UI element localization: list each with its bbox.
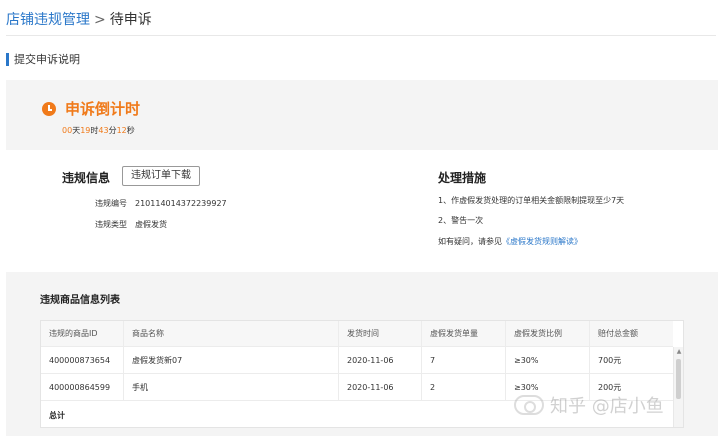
total-label: 总计 xyxy=(49,410,65,420)
countdown-days-unit: 天 xyxy=(72,126,81,135)
table-cell: 2020-11-06 xyxy=(339,347,422,373)
column-header: 虚假发货单量 xyxy=(422,321,506,346)
table-cell: 2020-11-06 xyxy=(339,374,422,400)
countdown-title: 申诉倒计时 xyxy=(65,100,141,118)
table-cell: 400000873654 xyxy=(41,347,124,373)
table-header-row: 违规的商品ID 商品名称 发货时间 虚假发货单量 虚假发货比例 赔付总金额 xyxy=(41,321,673,347)
countdown-minutes-unit: 分 xyxy=(108,126,117,135)
breadcrumb-parent-link[interactable]: 店铺违规管理 xyxy=(6,12,90,28)
table-cell: 7 xyxy=(422,347,506,373)
violation-type-label: 违规类型 xyxy=(95,220,127,229)
table-cell: 700元 xyxy=(598,355,622,365)
measures-title: 处理措施 xyxy=(438,171,487,185)
section-title: 提交申诉说明 xyxy=(14,53,80,66)
header-divider xyxy=(6,35,716,36)
table-cell: 手机 xyxy=(124,374,339,400)
table-cell: ≥30% xyxy=(506,374,590,400)
breadcrumb-separator: > xyxy=(94,12,106,28)
countdown-seconds: 12 xyxy=(116,126,127,135)
table-cell: ≥30% xyxy=(506,347,590,373)
table-cell: 400000864599 xyxy=(41,374,124,400)
scrollbar-thumb[interactable] xyxy=(676,359,681,399)
violation-info-block: 违规信息 违规订单下载 违规编号 210114014372239927 违规类型虚… xyxy=(6,150,718,272)
measures-help-prefix: 如有疑问，请参见 xyxy=(438,237,502,246)
download-orders-button[interactable]: 违规订单下载 xyxy=(122,166,200,186)
goods-list-title: 违规商品信息列表 xyxy=(40,295,120,306)
section-header: 提交申诉说明 xyxy=(6,51,80,67)
measure-item-1: 1、作虚假发货处理的订单相关金额限制提现至少7天 xyxy=(438,196,625,205)
countdown-block: 申诉倒计时 00天19时43分12秒 xyxy=(42,98,140,136)
table-row: 400000864599 手机 2020-11-06 2 ≥30% 200元 xyxy=(41,374,673,401)
countdown-minutes: 43 xyxy=(98,126,109,135)
measure-item-2: 2、警告一次 xyxy=(438,216,484,225)
countdown-hours: 19 xyxy=(80,126,91,135)
goods-table: 违规的商品ID 商品名称 发货时间 虚假发货单量 虚假发货比例 赔付总金额 40… xyxy=(40,320,684,428)
breadcrumb: 店铺违规管理 > 待申诉 xyxy=(6,9,152,29)
section-accent-bar xyxy=(6,52,9,66)
breadcrumb-current: 待申诉 xyxy=(109,12,152,28)
measures-help: 如有疑问，请参见《虚假发货规则解读》 xyxy=(438,236,582,247)
table-scrollbar[interactable]: ▲ xyxy=(673,347,683,427)
violation-number-label: 违规编号 xyxy=(95,199,127,208)
violation-number-value: 210114014372239927 xyxy=(135,199,227,208)
table-cell: 200元 xyxy=(598,382,622,392)
column-header: 赔付总金额 xyxy=(598,329,638,338)
table-total-row: 总计 xyxy=(41,405,673,425)
column-header: 发货时间 xyxy=(339,321,422,346)
column-header: 虚假发货比例 xyxy=(506,321,590,346)
countdown-seconds-unit: 秒 xyxy=(126,126,135,135)
violation-type-value: 虚假发货 xyxy=(135,220,167,229)
table-row: 400000873654 虚假发货新07 2020-11-06 7 ≥30% 7… xyxy=(41,347,673,374)
clock-icon xyxy=(42,101,56,116)
countdown-time: 00天19时43分12秒 xyxy=(62,125,140,136)
violation-number-row: 违规编号 210114014372239927 xyxy=(95,198,227,209)
table-cell: 2 xyxy=(422,374,506,400)
violation-info-title: 违规信息 xyxy=(62,171,111,185)
rules-interpretation-link[interactable]: 《虚假发货规则解读》 xyxy=(502,237,582,246)
table-cell: 虚假发货新07 xyxy=(124,347,339,373)
column-header: 违规的商品ID xyxy=(41,321,124,346)
scroll-up-icon[interactable]: ▲ xyxy=(674,347,683,357)
column-header: 商品名称 xyxy=(124,321,339,346)
countdown-days: 00 xyxy=(62,126,73,135)
violation-type-row: 违规类型 虚假发货 xyxy=(95,219,167,230)
